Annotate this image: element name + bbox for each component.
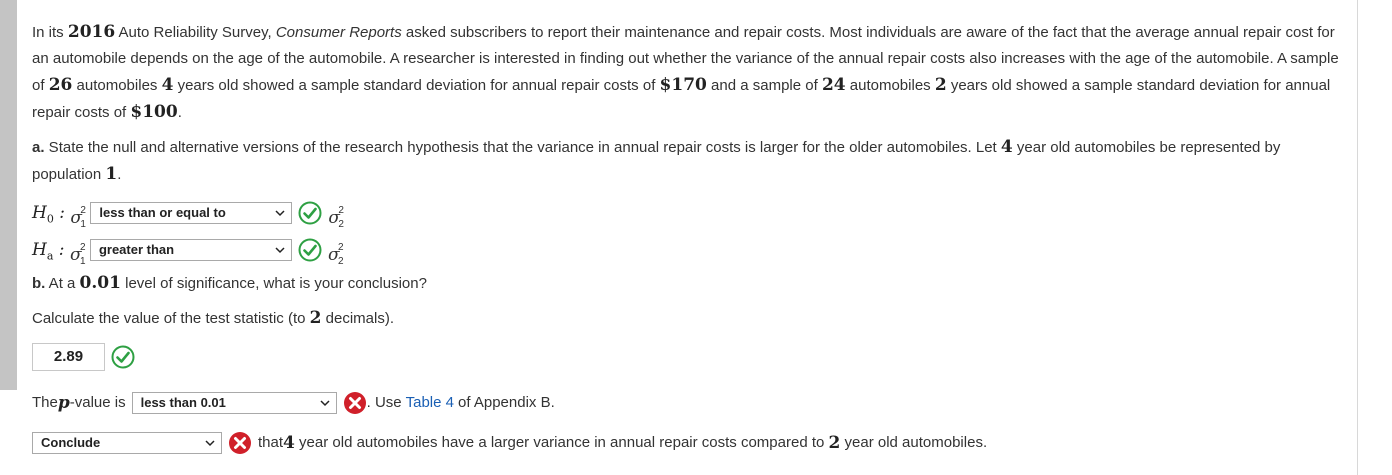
problem-intro: In its 2016 Auto Reliability Survey, Con… bbox=[32, 19, 1352, 126]
question-frame: In its 2016 Auto Reliability Survey, Con… bbox=[17, 0, 1358, 475]
null-hypothesis-row: H0 : σ21 less than or equal to σ22 bbox=[32, 194, 1352, 231]
null-hypothesis-symbol: H0 : bbox=[32, 202, 71, 225]
part-b-text: level of significance, what is your conc… bbox=[120, 275, 427, 292]
conclusion-text: year old automobiles have a larger varia… bbox=[294, 434, 829, 451]
conclusion-age-1: 4 bbox=[283, 433, 295, 453]
check-icon bbox=[111, 345, 135, 369]
part-a-text: . bbox=[117, 166, 122, 183]
significance-level: 0.01 bbox=[79, 273, 121, 293]
alternative-hypothesis-row: Ha : σ21 greater than σ22 bbox=[32, 231, 1352, 268]
p-value-text: of Appendix B. bbox=[458, 394, 555, 411]
chevron-down-icon bbox=[275, 209, 285, 216]
error-icon bbox=[343, 392, 366, 414]
chevron-down-icon bbox=[275, 246, 285, 253]
check-icon bbox=[298, 201, 322, 224]
p-value-row: The p -value is less than 0.01 . Use Tabl… bbox=[32, 388, 1352, 418]
std-dev-1: $170 bbox=[659, 75, 707, 95]
age-2: 2 bbox=[934, 75, 947, 95]
check-icon bbox=[298, 238, 322, 261]
chevron-down-icon bbox=[320, 400, 330, 407]
error-icon bbox=[229, 432, 251, 454]
part-b-text: At a bbox=[45, 275, 80, 292]
intro-text: In its bbox=[32, 24, 68, 41]
age-1: 4 bbox=[161, 75, 174, 95]
sample-size-1: 26 bbox=[48, 75, 73, 95]
part-a-label: a. bbox=[32, 139, 45, 156]
conclusion-row: Conclude that 4 year old automobiles hav… bbox=[32, 428, 1352, 458]
calc-text: Calculate the value of the test statisti… bbox=[32, 310, 310, 327]
part-b-prompt: b. At a 0.01 level of significance, what… bbox=[32, 270, 1352, 297]
question-content: In its 2016 Auto Reliability Survey, Con… bbox=[32, 19, 1352, 458]
sample-size-2: 24 bbox=[821, 75, 846, 95]
sigma1-squared: σ21 bbox=[69, 241, 86, 267]
sigma2-squared: σ22 bbox=[327, 241, 344, 267]
part-b-label: b. bbox=[32, 275, 46, 292]
test-statistic-row: 2.89 bbox=[32, 342, 1352, 372]
sigma1-squared: σ21 bbox=[70, 204, 86, 230]
conclusion-text: year old automobiles. bbox=[840, 434, 988, 451]
calc-instruction: Calculate the value of the test statisti… bbox=[32, 305, 1352, 332]
test-statistic-input[interactable]: 2.89 bbox=[32, 343, 105, 371]
intro-text: and a sample of bbox=[706, 77, 822, 94]
calc-text: decimals). bbox=[321, 310, 395, 327]
select-value: greater than bbox=[98, 241, 175, 257]
part-a-prompt: a. State the null and alternative versio… bbox=[32, 134, 1352, 188]
intro-text: Auto Reliability Survey, bbox=[115, 24, 276, 41]
sigma2-squared: σ22 bbox=[328, 204, 344, 230]
table-4-link[interactable]: Table 4 bbox=[406, 390, 454, 416]
p-symbol: p bbox=[57, 393, 70, 413]
p-value-select[interactable]: less than 0.01 bbox=[131, 392, 337, 414]
select-value: less than or equal to bbox=[99, 204, 226, 220]
alt-hypothesis-select[interactable]: greater than bbox=[89, 238, 292, 261]
p-value-text: -value is bbox=[69, 394, 126, 411]
conclusion-select[interactable]: Conclude bbox=[32, 432, 222, 454]
conclusion-text: that bbox=[258, 434, 284, 451]
intro-text: . bbox=[177, 104, 182, 121]
null-hypothesis-select[interactable]: less than or equal to bbox=[90, 201, 293, 224]
select-value: Conclude bbox=[41, 435, 101, 450]
left-scroll-bar bbox=[0, 0, 17, 390]
source-name: Consumer Reports bbox=[275, 24, 402, 41]
part-a-text: State the null and alternative versions … bbox=[44, 139, 1001, 156]
intro-text: years old showed a sample standard devia… bbox=[173, 77, 660, 94]
intro-text: automobiles bbox=[845, 77, 935, 94]
chevron-down-icon bbox=[205, 440, 215, 447]
alt-hypothesis-symbol: Ha : bbox=[32, 239, 70, 262]
std-dev-2: $100 bbox=[130, 102, 178, 122]
part-a-age: 4 bbox=[1000, 137, 1013, 157]
decimals-count: 2 bbox=[309, 308, 322, 328]
p-value-text: The bbox=[32, 394, 58, 411]
p-value-text: . Use bbox=[366, 394, 402, 411]
survey-year: 2016 bbox=[67, 22, 116, 42]
select-value: less than 0.01 bbox=[140, 395, 226, 410]
intro-text: automobiles bbox=[72, 77, 162, 94]
conclusion-age-2: 2 bbox=[828, 433, 841, 453]
population-number: 1 bbox=[105, 164, 118, 184]
